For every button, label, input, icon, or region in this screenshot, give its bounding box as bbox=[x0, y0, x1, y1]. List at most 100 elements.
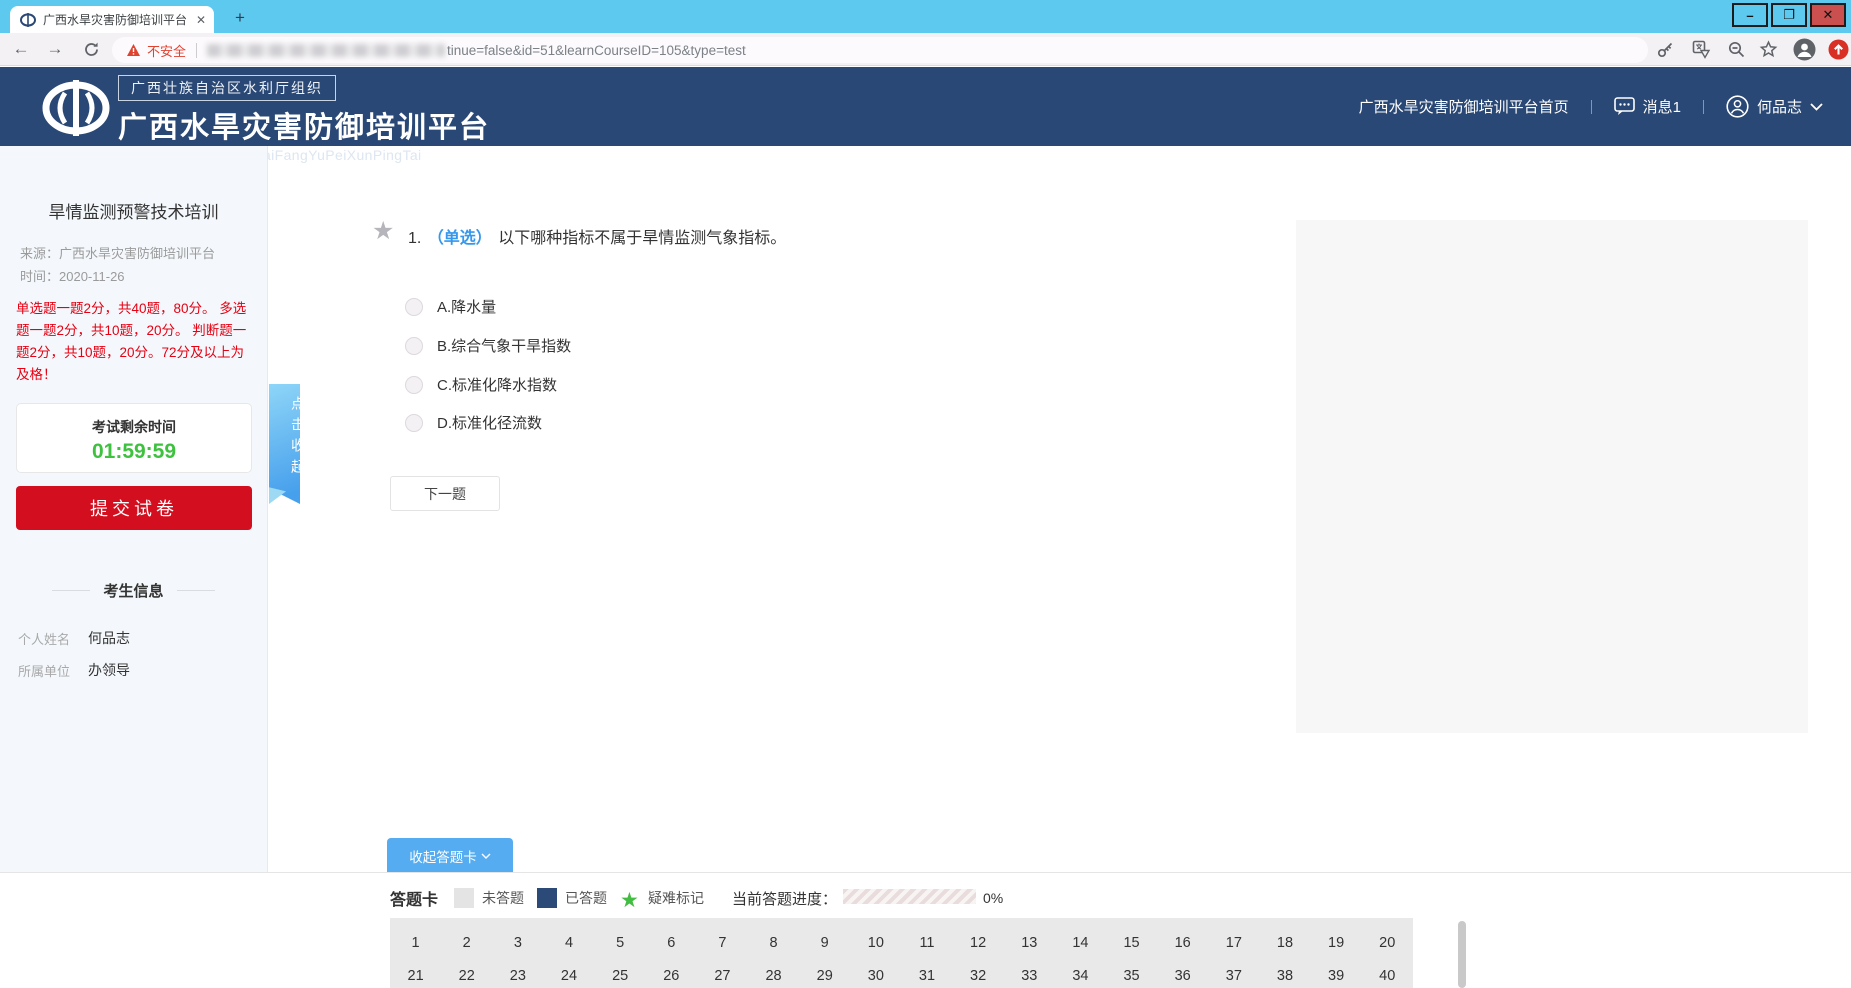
browser-profile-icon[interactable] bbox=[1793, 38, 1816, 61]
back-icon[interactable]: ← bbox=[10, 38, 32, 60]
question-number-cell[interactable]: 29 bbox=[799, 960, 850, 988]
nav-home-link[interactable]: 广西水旱灾害防御培训平台首页 bbox=[1359, 96, 1569, 117]
question-number-cell[interactable]: 16 bbox=[1157, 927, 1208, 960]
minimize-button[interactable]: – bbox=[1732, 3, 1768, 27]
question-number-cell[interactable]: 25 bbox=[595, 960, 646, 988]
option-label: D.标准化径流数 bbox=[437, 412, 542, 433]
question-number-cell[interactable]: 1 bbox=[390, 927, 441, 960]
security-label: 不安全 bbox=[147, 41, 186, 60]
question-number-cell[interactable]: 8 bbox=[748, 927, 799, 960]
question-text: 以下哪种指标不属于旱情监测气象指标。 bbox=[498, 230, 786, 247]
question-number-cell[interactable]: 21 bbox=[390, 960, 441, 988]
browser-tab[interactable]: 广西水旱灾害防御培训平台 ✕ bbox=[10, 6, 214, 33]
forward-icon[interactable]: → bbox=[44, 38, 66, 60]
nav-separator bbox=[1591, 100, 1592, 114]
question-number-cell[interactable]: 24 bbox=[543, 960, 594, 988]
translate-icon[interactable] bbox=[1692, 40, 1712, 60]
course-date: 时间：2020-11-26 bbox=[20, 266, 125, 285]
examinee-name-row: 个人姓名 何品志 bbox=[18, 629, 70, 648]
question-number-cell[interactable]: 30 bbox=[850, 960, 901, 988]
exam-rules: 单选题一题2分，共40题，80分。 多选题一题2分，共10题，20分。 判断题一… bbox=[16, 298, 257, 385]
question-type-label: （单选） bbox=[428, 230, 492, 247]
answer-card-toggle-button[interactable]: 收起答题卡 bbox=[387, 838, 513, 873]
question-number-cell[interactable]: 17 bbox=[1208, 927, 1259, 960]
user-name[interactable]: 何品志 bbox=[1757, 96, 1802, 117]
option-d[interactable]: D.标准化径流数 bbox=[405, 412, 542, 433]
user-avatar-icon[interactable] bbox=[1726, 95, 1749, 118]
question-number-cell[interactable]: 36 bbox=[1157, 960, 1208, 988]
question-number-cell[interactable]: 3 bbox=[492, 927, 543, 960]
question-number-cell[interactable]: 2 bbox=[441, 927, 492, 960]
new-tab-button[interactable]: + bbox=[228, 7, 252, 29]
question-number-cell[interactable]: 14 bbox=[1055, 927, 1106, 960]
zoom-icon[interactable] bbox=[1727, 40, 1747, 60]
exam-sidebar: 旱情监测预警技术培训 来源：广西水旱灾害防御培训平台 时间：2020-11-26… bbox=[0, 146, 268, 988]
radio-button[interactable] bbox=[405, 376, 423, 394]
chevron-down-icon[interactable] bbox=[1810, 103, 1823, 111]
refresh-icon[interactable] bbox=[80, 38, 102, 60]
question-number-cell[interactable]: 13 bbox=[1004, 927, 1055, 960]
question-number-cell[interactable]: 18 bbox=[1259, 927, 1310, 960]
question-number-cell[interactable]: 39 bbox=[1311, 960, 1362, 988]
close-button[interactable]: ✕ bbox=[1810, 3, 1846, 27]
question-number-cell[interactable]: 23 bbox=[492, 960, 543, 988]
question-number-cell[interactable]: 38 bbox=[1259, 960, 1310, 988]
scrollbar-thumb[interactable] bbox=[1458, 921, 1466, 988]
question-number-cell[interactable]: 20 bbox=[1362, 927, 1413, 960]
name-value: 何品志 bbox=[88, 628, 130, 648]
url-bar[interactable]: 不安全 tinue=false&id=51&learnCourseID=105&… bbox=[112, 37, 1648, 63]
key-icon[interactable] bbox=[1656, 40, 1676, 60]
question-number-cell[interactable]: 12 bbox=[953, 927, 1004, 960]
question-number-cell[interactable]: 4 bbox=[543, 927, 594, 960]
tab-close-icon[interactable]: ✕ bbox=[196, 13, 206, 27]
site-title: 广西水旱灾害防御培训平台 bbox=[118, 104, 490, 146]
org-badge: 广西壮族自治区水利厅组织 bbox=[118, 75, 336, 101]
question-number-cell[interactable]: 34 bbox=[1055, 960, 1106, 988]
option-c[interactable]: C.标准化降水指数 bbox=[405, 374, 557, 395]
question-number-cell[interactable]: 28 bbox=[748, 960, 799, 988]
window-controls: – ❐ ✕ bbox=[1732, 3, 1846, 27]
option-a[interactable]: A.降水量 bbox=[405, 296, 496, 317]
question-number-cell[interactable]: 22 bbox=[441, 960, 492, 988]
radio-button[interactable] bbox=[405, 298, 423, 316]
right-empty-panel bbox=[1296, 220, 1808, 733]
option-b[interactable]: B.综合气象干旱指数 bbox=[405, 335, 571, 356]
site-header: 广西壮族自治区水利厅组织 广西水旱灾害防御培训平台 GuangXiShuiHan… bbox=[0, 67, 1851, 146]
restore-button[interactable]: ❐ bbox=[1771, 3, 1807, 27]
update-icon[interactable] bbox=[1828, 39, 1849, 60]
unit-label: 所属单位 bbox=[18, 664, 70, 679]
next-question-button[interactable]: 下一题 bbox=[390, 476, 500, 511]
question-number-cell[interactable]: 35 bbox=[1106, 960, 1157, 988]
legend-unanswered: 未答题 bbox=[482, 888, 524, 908]
name-label: 个人姓名 bbox=[18, 632, 70, 647]
question-number-cell[interactable]: 33 bbox=[1004, 960, 1055, 988]
timer-label: 考试剩余时间 bbox=[17, 417, 251, 437]
question-number-cell[interactable]: 31 bbox=[901, 960, 952, 988]
question-number-cell[interactable]: 10 bbox=[850, 927, 901, 960]
bookmark-star-icon[interactable] bbox=[1759, 40, 1779, 60]
question-number-cell[interactable]: 7 bbox=[697, 927, 748, 960]
unit-value: 办领导 bbox=[88, 660, 130, 680]
question-number-cell[interactable]: 11 bbox=[901, 927, 952, 960]
question-number-cell[interactable]: 15 bbox=[1106, 927, 1157, 960]
messages-link[interactable]: 消息1 bbox=[1643, 96, 1681, 117]
legend-answered: 已答题 bbox=[565, 888, 607, 908]
progress-label: 当前答题进度： bbox=[732, 888, 837, 908]
sidebar-collapse-ribbon[interactable]: 点击收起 bbox=[269, 384, 300, 504]
submit-exam-button[interactable]: 提交试卷 bbox=[16, 486, 252, 530]
question-number-cell[interactable]: 9 bbox=[799, 927, 850, 960]
question-number-cell[interactable]: 19 bbox=[1311, 927, 1362, 960]
question-mark-star-icon[interactable]: ★ bbox=[372, 216, 394, 246]
radio-button[interactable] bbox=[405, 414, 423, 432]
question-number-cell[interactable]: 5 bbox=[595, 927, 646, 960]
progress-value: 0% bbox=[983, 888, 1003, 908]
exam-timer: 考试剩余时间 01:59:59 bbox=[16, 403, 252, 473]
question-number-cell[interactable]: 6 bbox=[646, 927, 697, 960]
question-number-cell[interactable]: 37 bbox=[1208, 960, 1259, 988]
question-number-cell[interactable]: 40 bbox=[1362, 960, 1413, 988]
question-number-cell[interactable]: 26 bbox=[646, 960, 697, 988]
question-number-cell[interactable]: 32 bbox=[953, 960, 1004, 988]
question-number-cell[interactable]: 27 bbox=[697, 960, 748, 988]
message-icon[interactable] bbox=[1614, 97, 1635, 116]
radio-button[interactable] bbox=[405, 337, 423, 355]
